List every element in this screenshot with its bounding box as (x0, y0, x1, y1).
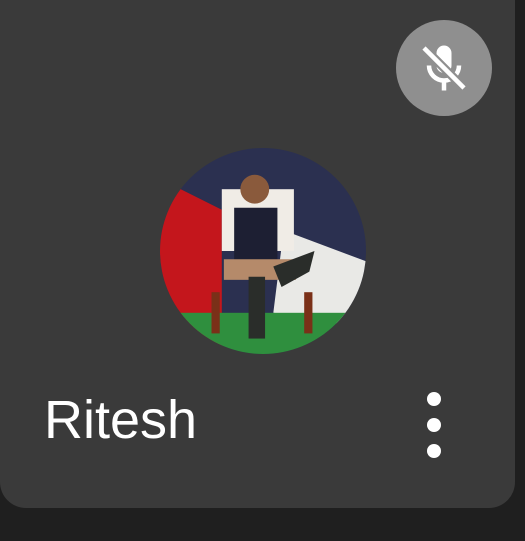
participant-tile[interactable]: Ritesh (0, 0, 515, 508)
participant-name: Ritesh (44, 390, 198, 450)
avatar (160, 148, 366, 354)
more-vert-icon-dot (427, 444, 441, 458)
mic-off-icon (396, 20, 492, 116)
mic-off-glyph (420, 44, 468, 92)
more-vert-icon-dot (427, 418, 441, 432)
more-vert-icon (427, 392, 441, 406)
avatar-photo (160, 148, 366, 354)
more-options-button[interactable] (412, 392, 456, 458)
